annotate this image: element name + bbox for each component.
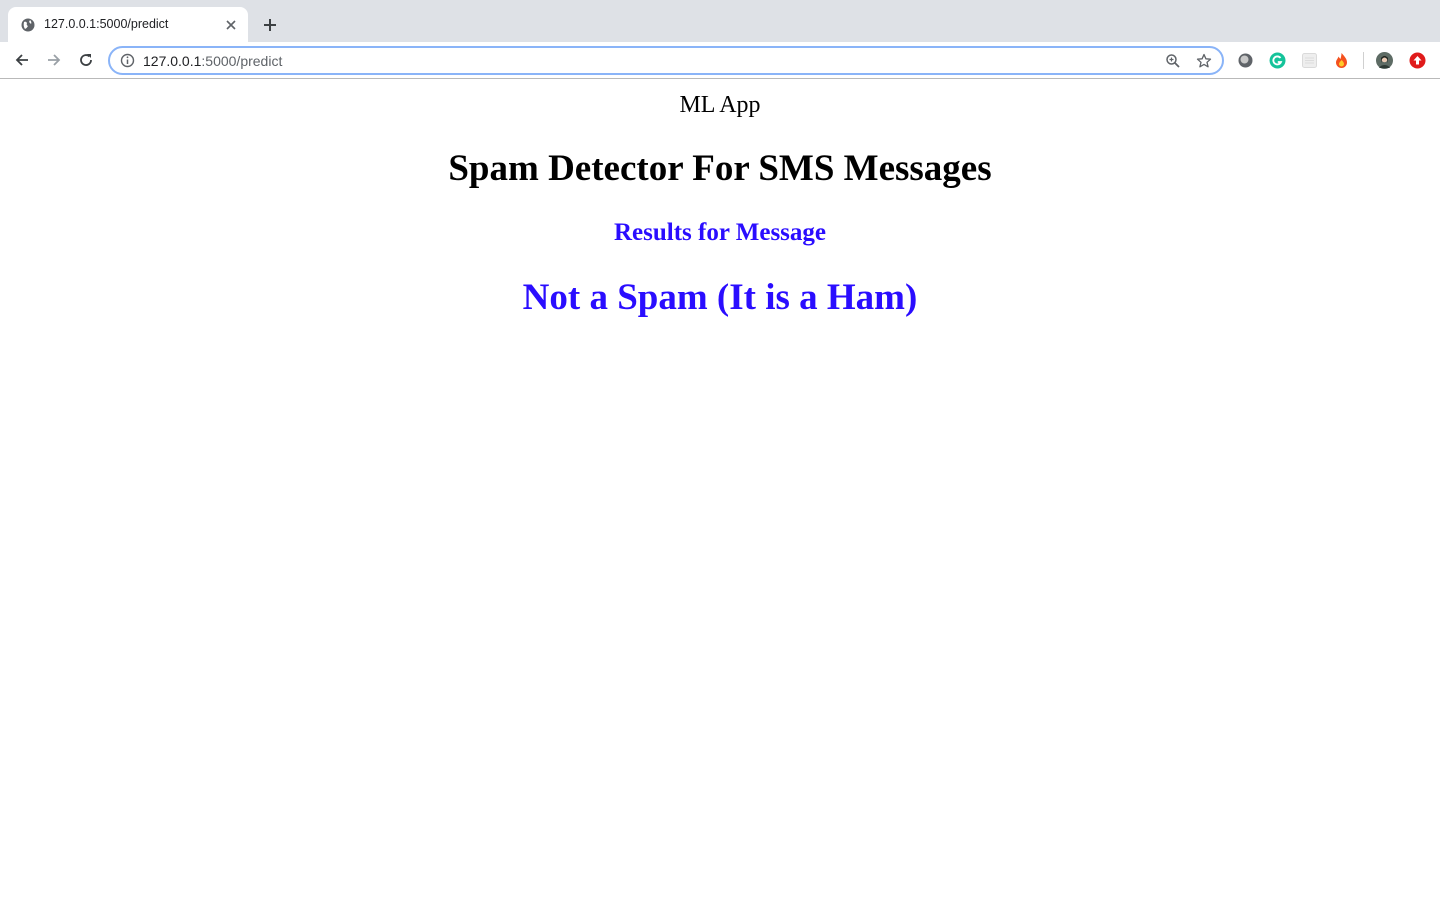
globe-icon <box>21 18 35 32</box>
arrow-right-icon[interactable] <box>46 52 62 68</box>
profile-avatar[interactable] <box>1376 52 1393 69</box>
page-content: ML App Spam Detector For SMS Messages Re… <box>0 80 1440 900</box>
url-host: 127.0.0.1 <box>143 53 202 69</box>
results-heading: Results for Message <box>614 219 826 246</box>
tab-title: 127.0.0.1:5000/predict <box>44 17 169 31</box>
browser-tab[interactable]: 127.0.0.1:5000/predict <box>8 7 248 42</box>
app-label: ML App <box>679 92 761 118</box>
upload-icon[interactable] <box>1409 52 1426 69</box>
extension-gray-icon[interactable] <box>1237 52 1254 69</box>
plus-icon[interactable] <box>262 17 278 33</box>
close-icon[interactable] <box>224 18 238 32</box>
url-path: :5000/predict <box>201 53 283 69</box>
star-icon[interactable] <box>1196 53 1212 69</box>
tab-strip: 127.0.0.1:5000/predict <box>0 0 1440 42</box>
arrow-left-icon[interactable] <box>14 52 30 68</box>
info-icon[interactable] <box>120 53 135 68</box>
zoom-icon[interactable] <box>1165 53 1181 69</box>
address-bar[interactable]: 127.0.0.1:5000/predict <box>108 46 1224 75</box>
browser-toolbar: 127.0.0.1:5000/predict <box>0 42 1440 79</box>
reload-icon[interactable] <box>78 52 94 68</box>
page-title: Spam Detector For SMS Messages <box>448 148 992 189</box>
fire-icon[interactable] <box>1333 52 1350 69</box>
url-text[interactable]: 127.0.0.1:5000/predict <box>143 53 282 69</box>
prediction-result: Not a Spam (It is a Ham) <box>522 277 918 318</box>
extension-grid-icon[interactable] <box>1301 52 1318 69</box>
toolbar-divider <box>1363 52 1364 69</box>
grammarly-icon[interactable] <box>1269 52 1286 69</box>
